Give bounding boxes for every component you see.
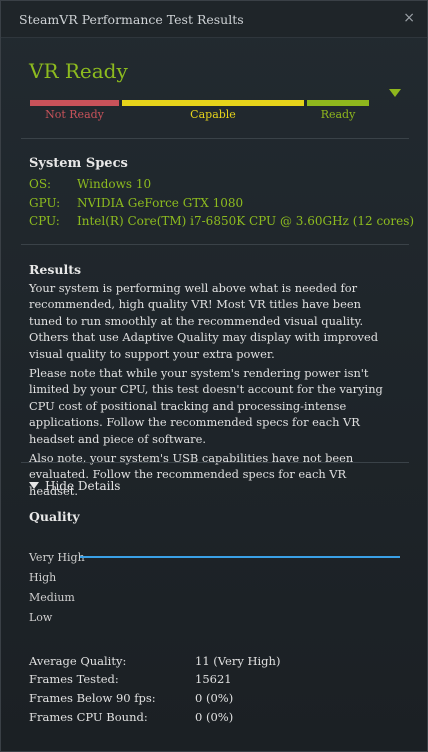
results-body: Your system is performing well above wha… [29,280,389,502]
vr-status-headline: VR Ready [29,59,128,83]
cpu-value: Intel(R) Core(TM) i7-6850K CPU @ 3.60GHz… [77,214,415,228]
frames-below-90-label: Frames Below 90 fps: [29,691,156,705]
scale-label-capable: Capable [190,108,236,121]
os-label: OS: [29,177,52,191]
divider [21,462,409,463]
scale-bar-capable [122,100,304,106]
title-bar[interactable]: SteamVR Performance Test Results × [1,1,427,38]
gpu-label: GPU: [29,196,61,210]
close-icon[interactable]: × [403,10,415,26]
scale-label-ready: Ready [320,108,356,121]
hide-details-toggle[interactable]: Hide Details [29,479,120,493]
scale-label-not-ready: Not Ready [45,108,104,121]
quality-level-low: Low [29,611,53,624]
average-quality-label: Average Quality: [29,654,127,668]
average-quality-value: 11 (Very High) [195,654,281,668]
frames-below-90-value: 0 (0%) [195,691,234,705]
status-indicator-arrow-icon [389,89,401,97]
scale-bar-ready [307,100,369,106]
os-value: Windows 10 [77,177,152,191]
hide-details-label: Hide Details [45,479,121,493]
quality-graph-line [80,556,400,558]
quality-level-medium: Medium [29,591,75,604]
system-specs-heading: System Specs [29,156,128,171]
results-paragraph: Please note that while your system's ren… [29,366,383,446]
quality-heading: Quality [29,509,80,524]
quality-level-very-high: Very High [29,551,85,564]
divider [21,244,409,245]
triangle-down-icon [29,482,39,489]
quality-level-high: High [29,571,57,584]
divider [21,138,409,139]
results-paragraph: Your system is performing well above wha… [29,281,378,361]
frames-cpu-bound-value: 0 (0%) [195,710,234,724]
gpu-value: NVIDIA GeForce GTX 1080 [77,196,244,210]
results-heading: Results [29,262,82,277]
frames-tested-value: 15621 [195,672,232,686]
scale-bar-not-ready [30,100,119,106]
cpu-label: CPU: [29,214,60,228]
frames-tested-label: Frames Tested: [29,672,119,686]
results-window: SteamVR Performance Test Results × VR Re… [0,0,428,752]
window-title: SteamVR Performance Test Results [19,12,244,27]
frames-cpu-bound-label: Frames CPU Bound: [29,710,148,724]
